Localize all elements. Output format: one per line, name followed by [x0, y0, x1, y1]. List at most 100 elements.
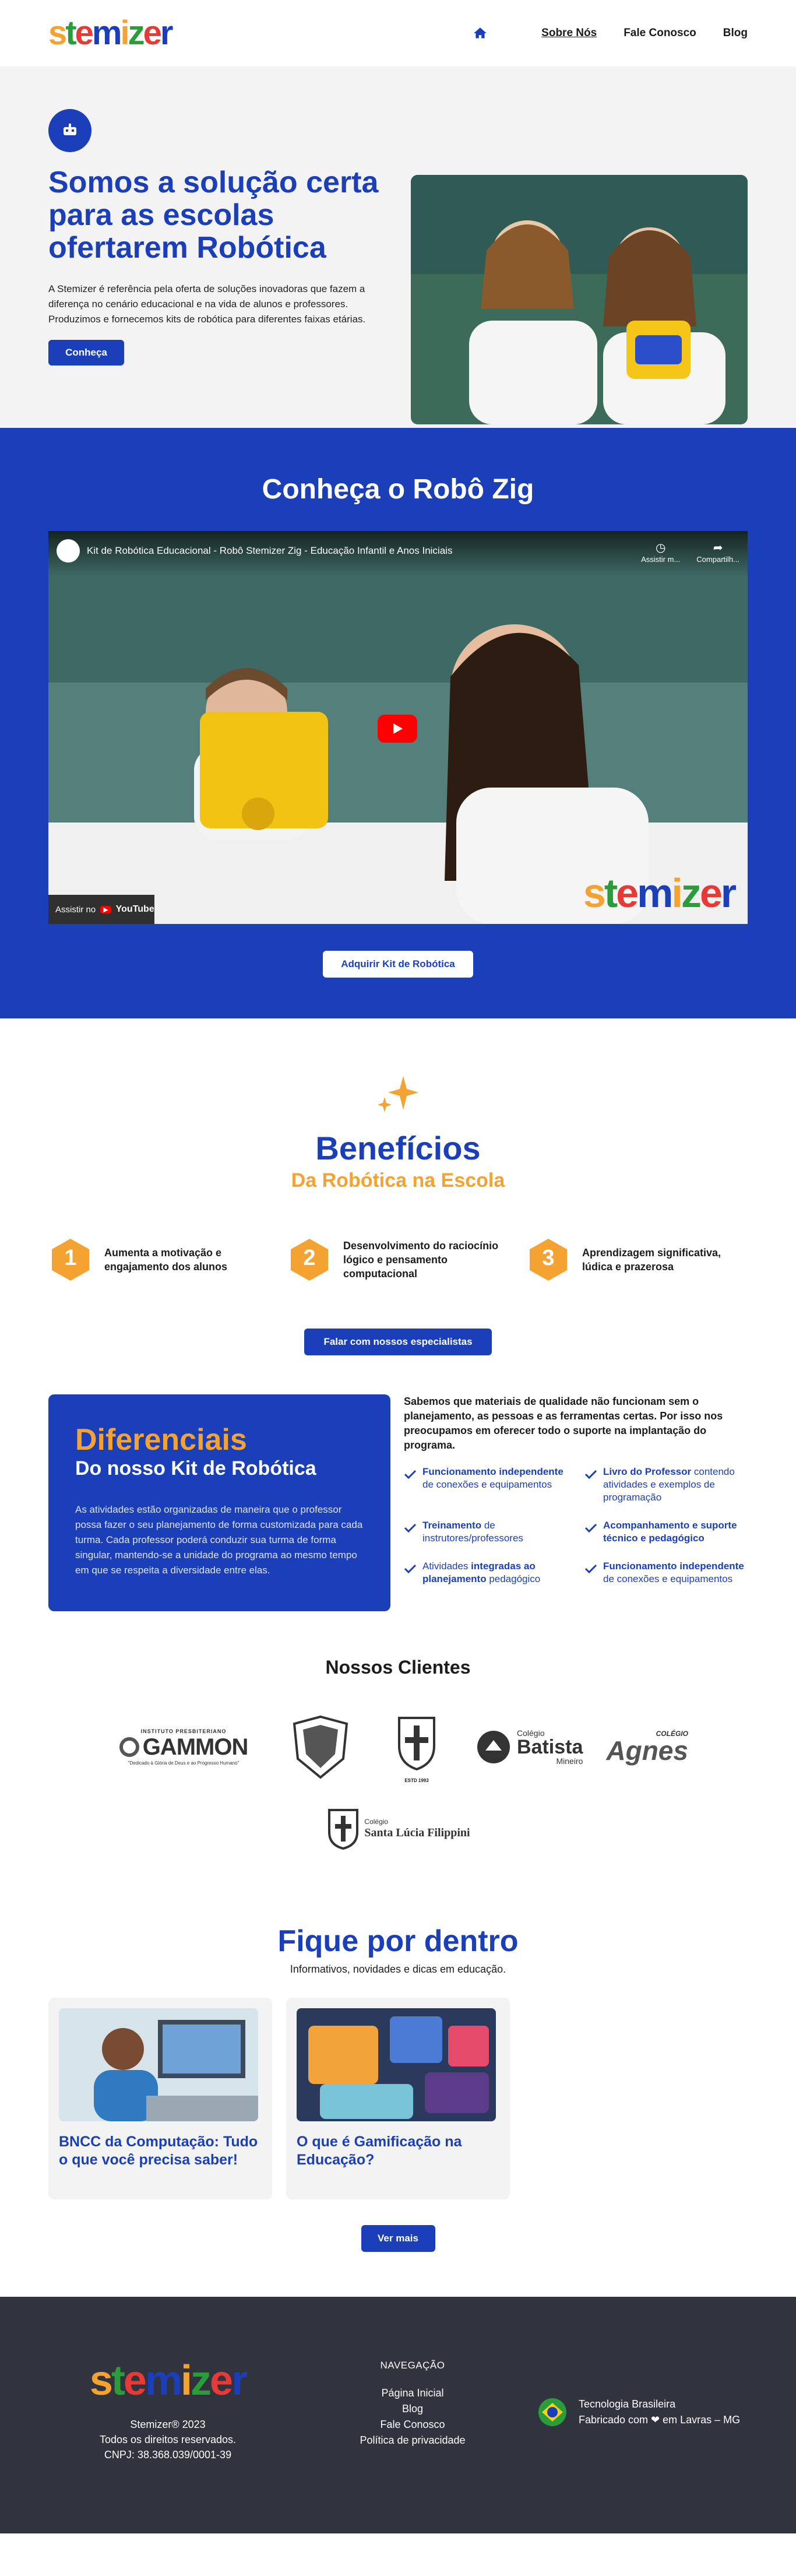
watermark-logo: stemizer — [583, 870, 737, 916]
hero-image — [411, 175, 748, 424]
client-logo-crest — [293, 1715, 348, 1779]
video-section: Conheça o Robô Zig Kit de Robótica Educa… — [0, 428, 796, 1018]
diferenciais-text: As atividades estão organizadas de manei… — [75, 1504, 363, 1576]
falar-especialistas-button[interactable]: Falar com nossos especialistas — [304, 1329, 492, 1355]
logo-letter: e — [143, 14, 162, 52]
logo-letter: r — [231, 2357, 248, 2404]
blog-post-card[interactable]: BNCC da Computação: Tudo o que você prec… — [48, 1998, 272, 2199]
logo-letter: m — [637, 870, 673, 916]
post-title[interactable]: O que é Gamificação na Educação? — [297, 2133, 499, 2169]
check-icon — [584, 1523, 597, 1533]
footer-copyright: Stemizer® 2023 — [130, 2419, 206, 2430]
logo[interactable]: stemizer — [48, 14, 174, 52]
logo-letter: i — [181, 2357, 192, 2404]
diferenciais-title: Diferenciais — [75, 1423, 247, 1457]
benefit-item: 2 Desenvolvimento do raciocínio lógico e… — [287, 1238, 509, 1282]
blog-post-card[interactable]: O que é Gamificação na Educação? — [286, 1998, 510, 2199]
logo-letter: e — [616, 870, 639, 916]
logo-letter: z — [191, 2357, 212, 2404]
benefit-item: 3 Aprendizagem significativa, lúdica e p… — [526, 1238, 748, 1282]
footer-made-line2: Fabricado com ❤ em Lavras – MG — [579, 2414, 741, 2426]
circle-g-icon — [119, 1737, 139, 1757]
logo-letter: m — [145, 2357, 182, 2404]
post-title[interactable]: BNCC da Computação: Tudo o que você prec… — [59, 2133, 262, 2169]
benefits-section: Benefícios Da Robótica na Escola 1 Aumen… — [0, 1018, 796, 1394]
check-icon — [584, 1564, 597, 1574]
logo-letter: s — [48, 14, 67, 52]
share-button[interactable]: ➦ Compartilh... — [696, 540, 739, 564]
post-thumbnail[interactable] — [297, 2008, 496, 2121]
hero-title: Somos a solução certa para as escolas of… — [48, 166, 379, 265]
logo-letter: s — [89, 2357, 113, 2404]
check-icon — [584, 1470, 597, 1479]
feature-check-item: Funcionamento independente de conexões e… — [584, 1560, 748, 1586]
video-title[interactable]: Kit de Robótica Educacional - Robô Stemi… — [87, 545, 625, 557]
santa-lucia-shield-icon — [328, 1809, 359, 1850]
footer-link-privacidade[interactable]: Política de privacidade — [314, 2433, 512, 2448]
channel-avatar[interactable] — [57, 539, 80, 563]
logo-letter: z — [681, 870, 702, 916]
play-button[interactable] — [378, 715, 417, 743]
footer-made-line1: Tecnologia Brasileira — [579, 2398, 676, 2410]
feature-check-item: Treinamento de instrutores/professores — [404, 1519, 567, 1545]
diferenciais-card: Diferenciais Do nosso Kit de Robótica As… — [48, 1394, 390, 1611]
video-title-bar: Kit de Robótica Educacional - Robô Stemi… — [48, 531, 748, 577]
video-heading: Conheça o Robô Zig — [262, 474, 534, 505]
video-player[interactable]: Kit de Robótica Educacional - Robô Stemi… — [48, 531, 748, 924]
feature-check-item: Livro do Professor contendo atividades e… — [584, 1466, 748, 1504]
hero-text: A Stemizer é referência pela oferta de s… — [48, 283, 366, 325]
benefits-subtitle: Da Robótica na Escola — [291, 1169, 505, 1192]
diferenciais-intro: Sabemos que materiais de qualidade não f… — [404, 1396, 723, 1451]
footer-logo[interactable]: stemizer — [48, 2360, 287, 2402]
client-logo-santa-lucia: Colégio Santa Lúcia Filippini — [326, 1807, 470, 1851]
logo-letter: s — [583, 870, 606, 916]
watch-on-youtube[interactable]: Assistir no ▶ YouTube — [48, 895, 154, 924]
logo-letter: z — [128, 14, 145, 52]
logo-letter: e — [210, 2357, 233, 2404]
ver-mais-button[interactable]: Ver mais — [361, 2225, 435, 2252]
client-logo-agnes: COLÉGIO Agnes — [606, 1730, 688, 1766]
logo-letter: m — [91, 14, 122, 52]
conheca-button[interactable]: Conheça — [48, 340, 124, 366]
site-footer: stemizer Stemizer® 2023 Todos os direito… — [0, 2297, 796, 2533]
nav-sobre-nos[interactable]: Sobre Nós — [541, 27, 597, 40]
diferenciais-subtitle: Do nosso Kit de Robótica — [75, 1457, 316, 1479]
home-icon[interactable] — [473, 26, 488, 41]
logo-letter: r — [160, 14, 174, 52]
footer-link-fale-conosco[interactable]: Fale Conosco — [314, 2417, 512, 2433]
site-header: stemizer Sobre Nós Fale Conosco Blog — [0, 0, 796, 66]
footer-link-blog[interactable]: Blog — [314, 2401, 512, 2417]
youtube-logo-icon: ▶ — [100, 905, 111, 913]
feature-check-item: Funcionamento independente de conexões e… — [404, 1466, 567, 1504]
hero-section: Somos a solução certa para as escolas of… — [0, 66, 796, 428]
feature-check-item: Atividades integradas ao planejamento pe… — [404, 1560, 567, 1586]
client-logo-batista: Colégio Batista Mineiro — [475, 1728, 583, 1766]
logo-letter: t — [65, 14, 76, 52]
logo-letter: t — [604, 870, 618, 916]
logo-letter: i — [120, 14, 129, 52]
sparkle-icon — [378, 1076, 418, 1112]
clients-title: Nossos Clientes — [325, 1657, 471, 1678]
adquirir-kit-button[interactable]: Adquirir Kit de Robótica — [323, 951, 473, 978]
logo-letter: r — [720, 870, 737, 916]
footer-nav-title: NAVEGAÇÃO — [380, 2360, 445, 2371]
logo-letter: e — [699, 870, 723, 916]
nav-fale-conosco[interactable]: Fale Conosco — [624, 27, 696, 40]
clients-section: Nossos Clientes INSTITUTO PRESBITERIANO … — [0, 1657, 796, 1919]
benefit-item: 1 Aumenta a motivação e engajamento dos … — [48, 1238, 270, 1282]
logo-letter: e — [75, 14, 94, 52]
feature-check-item: Acompanhamento e suporte técnico e pedag… — [584, 1519, 748, 1545]
robot-icon — [48, 109, 91, 152]
clock-icon: ◷ — [655, 542, 666, 554]
play-icon — [393, 723, 403, 734]
blog-section: Fique por dentro Informativos, novidades… — [0, 1919, 796, 2297]
footer-link-pagina-inicial[interactable]: Página Inicial — [314, 2385, 512, 2401]
watch-later-button[interactable]: ◷ Assistir m... — [641, 540, 680, 564]
post-thumbnail[interactable] — [59, 2008, 258, 2121]
blog-subtitle: Informativos, novidades e dicas em educa… — [290, 1963, 506, 1975]
benefits-title: Benefícios — [315, 1130, 481, 1166]
hexagon-icon: 1 — [48, 1238, 93, 1282]
check-icon — [404, 1523, 417, 1533]
logo-letter: t — [111, 2357, 125, 2404]
nav-blog[interactable]: Blog — [723, 27, 748, 40]
